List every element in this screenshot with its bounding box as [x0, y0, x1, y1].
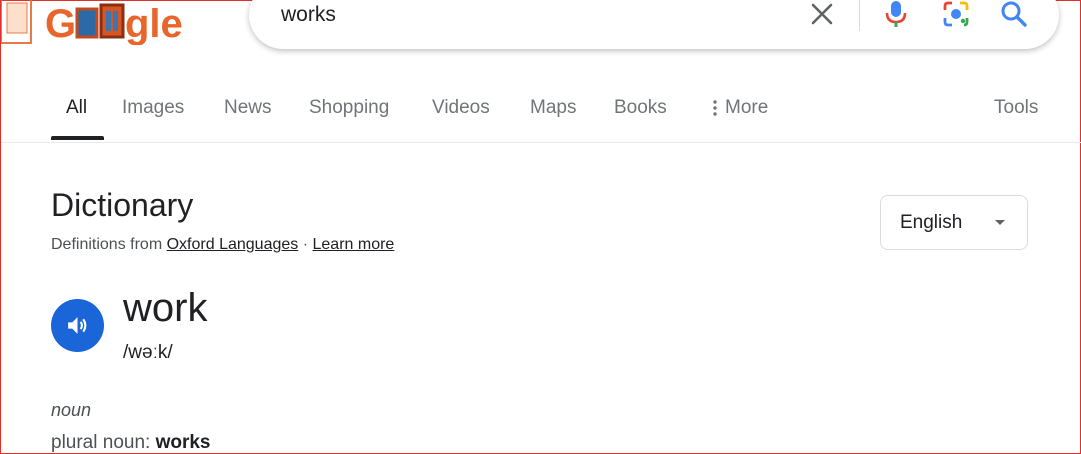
search-box[interactable]: works: [249, 0, 1059, 49]
dropdown-caret-icon: [995, 220, 1005, 225]
active-tab-indicator: [51, 136, 104, 140]
pronunciation-button[interactable]: [51, 299, 104, 352]
lens-camera-icon[interactable]: [941, 0, 971, 29]
plural-form: plural noun: works: [51, 432, 211, 454]
google-doodle-logo[interactable]: G gle: [0, 0, 191, 46]
tab-images[interactable]: Images: [122, 97, 184, 119]
language-select[interactable]: English: [880, 195, 1028, 250]
language-selected: English: [900, 212, 963, 233]
phonetic-spelling: /wəːk/: [123, 342, 173, 363]
search-input[interactable]: works: [281, 3, 336, 27]
plural-label: plural noun:: [51, 432, 151, 453]
svg-text:G: G: [45, 2, 76, 45]
tools-button[interactable]: Tools: [994, 97, 1038, 119]
tab-books[interactable]: Books: [614, 97, 667, 119]
search-tabs: All Images News Shopping Videos Maps Boo…: [1, 85, 1081, 143]
search-divider: [859, 0, 860, 31]
part-of-speech: noun: [51, 400, 92, 420]
more-vert-icon: [713, 100, 717, 116]
tab-news[interactable]: News: [224, 97, 272, 119]
tab-shopping[interactable]: Shopping: [309, 97, 389, 119]
tab-maps[interactable]: Maps: [530, 97, 576, 119]
microphone-icon[interactable]: [881, 0, 911, 29]
source-prefix: Definitions from: [51, 236, 163, 253]
speaker-icon: [68, 317, 87, 334]
source-separator: ·: [302, 236, 309, 253]
tab-more-label: More: [725, 97, 769, 118]
learn-more-link[interactable]: Learn more: [313, 236, 395, 253]
clear-icon[interactable]: [807, 0, 837, 29]
tab-videos[interactable]: Videos: [432, 97, 490, 119]
headword: work: [123, 286, 208, 330]
search-icon[interactable]: [999, 0, 1029, 29]
dictionary-source: Definitions from Oxford Languages · Lear…: [51, 236, 394, 254]
dictionary-title: Dictionary: [51, 187, 194, 223]
logo-graphic: G gle: [0, 0, 183, 46]
svg-text:gle: gle: [125, 2, 183, 45]
tab-all[interactable]: All: [66, 97, 87, 119]
plural-value: works: [155, 432, 211, 453]
tab-more[interactable]: More: [713, 97, 768, 119]
oxford-languages-link[interactable]: Oxford Languages: [167, 236, 299, 253]
